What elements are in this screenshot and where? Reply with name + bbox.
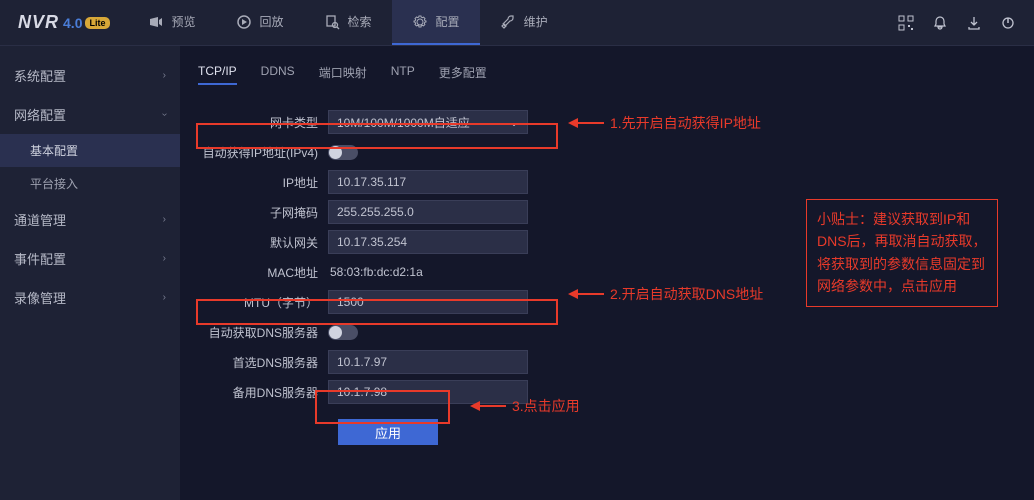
annotation-1-text: 1.先开启自动获得IP地址 — [610, 113, 761, 133]
subtab-port[interactable]: 端口映射 — [319, 64, 367, 85]
qrcode-icon[interactable] — [898, 15, 914, 31]
label-dns1: 首选DNS服务器 — [198, 354, 328, 371]
annotation-2-text: 2.开启自动获取DNS地址 — [610, 284, 763, 304]
sidebar-label: 系统配置 — [14, 66, 66, 85]
value-mac: 58:03:fb:dc:d2:1a — [328, 262, 425, 282]
row-ip: IP地址 — [198, 167, 758, 197]
chevron-right-icon: › — [163, 214, 166, 225]
camera-icon — [148, 14, 164, 30]
arrow-line — [478, 405, 506, 407]
input-dns1[interactable] — [328, 350, 528, 374]
document-search-icon — [324, 14, 340, 30]
sidebar-label: 网络配置 — [14, 105, 66, 124]
playback-icon — [236, 14, 252, 30]
logo-version: 4.0 — [63, 15, 82, 31]
bell-icon[interactable] — [932, 15, 948, 31]
chevron-right-icon: › — [163, 292, 166, 303]
wrench-icon — [500, 14, 516, 30]
tab-maintain[interactable]: 维护 — [480, 0, 568, 45]
row-gateway: 默认网关 — [198, 227, 758, 257]
input-gateway[interactable] — [328, 230, 528, 254]
main-tabs: 预览 回放 检索 配置 维护 — [128, 0, 568, 45]
label-dns2: 备用DNS服务器 — [198, 384, 328, 401]
tab-config-label: 配置 — [436, 13, 460, 30]
chevron-down-icon: › — [159, 113, 170, 116]
annotation-box-3 — [315, 390, 450, 424]
annotation-box-1 — [196, 123, 558, 149]
sidebar-sub-label: 平台接入 — [30, 177, 78, 191]
annotation-3-text: 3.点击应用 — [512, 396, 580, 416]
sidebar-label: 录像管理 — [14, 288, 66, 307]
annotation-box-2 — [196, 299, 558, 325]
subtab-ddns[interactable]: DDNS — [261, 64, 295, 85]
subtab-more[interactable]: 更多配置 — [439, 64, 487, 85]
sidebar-sub-label: 基本配置 — [30, 144, 78, 158]
row-dns1: 首选DNS服务器 — [198, 347, 758, 377]
logo-text: NVR — [18, 12, 59, 33]
tab-playback[interactable]: 回放 — [216, 0, 304, 45]
tab-maintain-label: 维护 — [524, 13, 548, 30]
tip-text: 小贴士：建议获取到IP和DNS后，再取消自动获取，将获取到的参数信息固定到网络参… — [817, 211, 987, 294]
subtab-ntp[interactable]: NTP — [391, 64, 415, 85]
input-mask[interactable] — [328, 200, 528, 224]
sidebar-sub-platform[interactable]: 平台接入 — [0, 167, 180, 200]
sidebar: 系统配置 › 网络配置 › 基本配置 平台接入 通道管理 › 事件配置 › 录像… — [0, 46, 180, 500]
sidebar-sub-basic[interactable]: 基本配置 — [0, 134, 180, 167]
tip-box: 小贴士：建议获取到IP和DNS后，再取消自动获取，将获取到的参数信息固定到网络参… — [806, 199, 998, 307]
toggle-auto-dns[interactable] — [328, 325, 358, 340]
sidebar-item-channel[interactable]: 通道管理 › — [0, 200, 180, 239]
body: 系统配置 › 网络配置 › 基本配置 平台接入 通道管理 › 事件配置 › 录像… — [0, 46, 1034, 500]
gear-icon — [412, 14, 428, 30]
topbar: NVR 4.0 Lite 预览 回放 检索 配置 维护 — [0, 0, 1034, 46]
sidebar-item-system[interactable]: 系统配置 › — [0, 56, 180, 95]
input-ip[interactable] — [328, 170, 528, 194]
tab-config[interactable]: 配置 — [392, 0, 480, 45]
sidebar-item-record[interactable]: 录像管理 › — [0, 278, 180, 317]
arrow-line — [576, 122, 604, 124]
logo: NVR 4.0 Lite — [0, 12, 128, 33]
download-icon[interactable] — [966, 15, 982, 31]
annotation-3: 3.点击应用 — [470, 396, 580, 416]
label-gateway: 默认网关 — [198, 234, 328, 251]
sidebar-label: 通道管理 — [14, 210, 66, 229]
power-icon[interactable] — [1000, 15, 1016, 31]
chevron-right-icon: › — [163, 70, 166, 81]
sub-tabs: TCP/IP DDNS 端口映射 NTP 更多配置 — [198, 56, 1016, 99]
logo-badge: Lite — [85, 17, 109, 29]
chevron-right-icon: › — [163, 253, 166, 264]
sidebar-label: 事件配置 — [14, 249, 66, 268]
row-mask: 子网掩码 — [198, 197, 758, 227]
tab-search-label: 检索 — [348, 13, 372, 30]
label-mask: 子网掩码 — [198, 204, 328, 221]
annotation-1: 1.先开启自动获得IP地址 — [568, 113, 761, 133]
row-mac: MAC地址 58:03:fb:dc:d2:1a — [198, 257, 758, 287]
label-ip: IP地址 — [198, 174, 328, 191]
label-auto-dns: 自动获取DNS服务器 — [198, 324, 328, 341]
tab-preview-label: 预览 — [172, 13, 196, 30]
subtab-tcpip[interactable]: TCP/IP — [198, 64, 237, 85]
topbar-right — [898, 15, 1034, 31]
arrow-line — [576, 293, 604, 295]
tab-preview[interactable]: 预览 — [128, 0, 216, 45]
label-mac: MAC地址 — [198, 264, 328, 281]
sidebar-item-event[interactable]: 事件配置 › — [0, 239, 180, 278]
content: TCP/IP DDNS 端口映射 NTP 更多配置 网卡类型 10M/100M/… — [180, 46, 1034, 500]
sidebar-item-network[interactable]: 网络配置 › — [0, 95, 180, 134]
tab-search[interactable]: 检索 — [304, 0, 392, 45]
annotation-2: 2.开启自动获取DNS地址 — [568, 284, 763, 304]
tab-playback-label: 回放 — [260, 13, 284, 30]
